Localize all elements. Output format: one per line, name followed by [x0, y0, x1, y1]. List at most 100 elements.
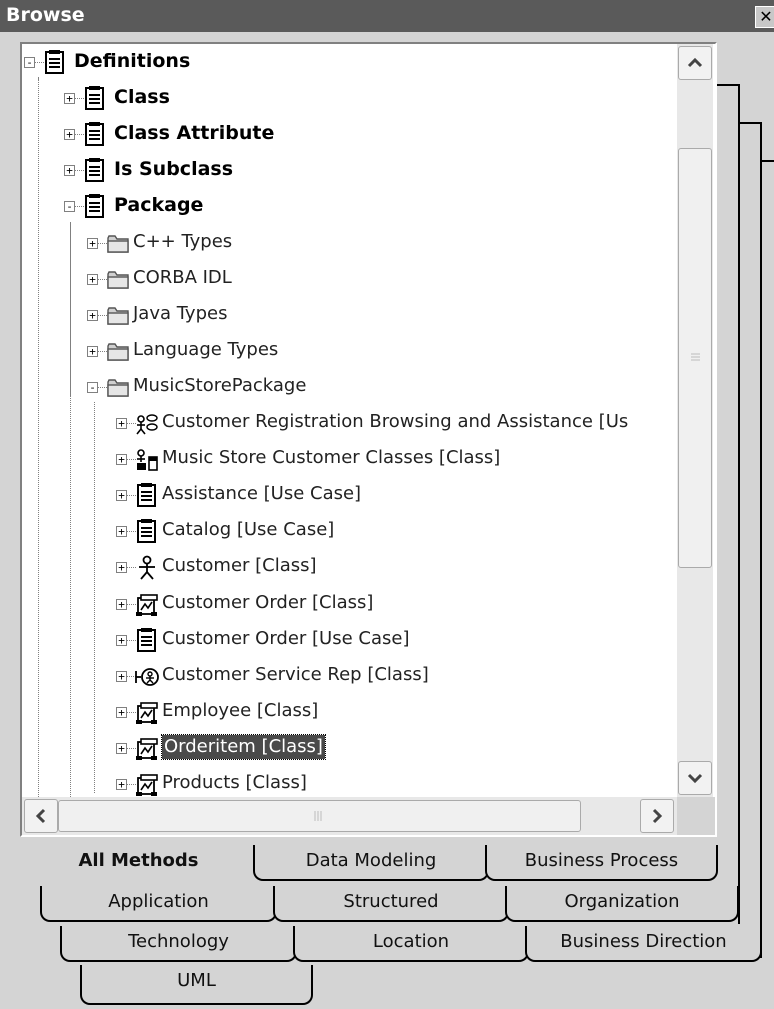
tree-node-label[interactable]: Java Types	[133, 302, 227, 326]
scroll-right-button[interactable]	[640, 799, 674, 833]
expand-toggle-icon[interactable]: +	[116, 418, 127, 429]
expand-toggle-icon[interactable]: +	[116, 634, 127, 646]
tab-structured[interactable]: Structured	[273, 886, 509, 922]
window-title: Browse	[6, 4, 85, 26]
tab-technology[interactable]: Technology	[60, 926, 297, 962]
tree-node[interactable]: + C++ Types	[22, 226, 677, 262]
tree-node-label[interactable]: Catalog [Use Case]	[162, 518, 334, 542]
tree-node-label-selected[interactable]: Orderitem [Class]	[161, 733, 326, 760]
tree-node-label[interactable]: Class	[114, 85, 170, 109]
expand-toggle-icon[interactable]: +	[116, 670, 127, 682]
tree-node-label[interactable]: CORBA IDL	[133, 266, 232, 290]
tree-node[interactable]: + Class Attribute	[22, 117, 677, 153]
collapse-toggle-icon[interactable]: -	[24, 57, 35, 68]
tree-node-label[interactable]: Customer Order [Class]	[162, 591, 373, 615]
tree-node[interactable]: - Definitions	[22, 45, 677, 81]
tree-node-label[interactable]: Customer [Class]	[162, 554, 317, 578]
class-diagram-icon	[135, 447, 159, 473]
tab-label: Technology	[128, 931, 229, 952]
tree-node[interactable]: + Customer [Class]	[22, 550, 677, 586]
expand-toggle-icon[interactable]: +	[116, 706, 127, 718]
document-icon	[43, 50, 67, 76]
expand-toggle-icon[interactable]: +	[64, 165, 75, 177]
class-icon	[135, 736, 159, 762]
tree-node[interactable]: - MusicStorePackage	[22, 370, 677, 406]
expand-toggle-icon[interactable]: +	[116, 454, 127, 466]
tab-business-process[interactable]: Business Process	[485, 845, 718, 881]
folder-icon	[106, 303, 130, 329]
tab-location[interactable]: Location	[293, 926, 529, 962]
horizontal-scroll-thumb[interactable]	[58, 800, 581, 832]
tree-node-label[interactable]: Music Store Customer Classes [Class]	[162, 446, 500, 470]
document-icon	[83, 194, 107, 220]
tree-node-label[interactable]: Language Types	[133, 338, 278, 362]
tab-all-methods[interactable]: All Methods	[20, 845, 257, 881]
collapse-toggle-icon[interactable]: -	[87, 381, 98, 393]
tree-node-label[interactable]: Customer Service Rep [Class]	[162, 663, 429, 687]
tree-node[interactable]: + Class	[22, 81, 677, 117]
tree-node-label[interactable]: Is Subclass	[114, 157, 233, 181]
tree-node-label[interactable]: Class Attribute	[114, 121, 274, 145]
scroll-down-button[interactable]	[678, 761, 712, 795]
tree-view[interactable]: - Definitions + Class + Class Attribute + Is Su…	[22, 44, 677, 797]
document-icon	[83, 86, 107, 112]
tree-node[interactable]: + Music Store Customer Classes [Class]	[22, 442, 677, 478]
class-icon	[135, 700, 159, 726]
tree-node[interactable]: + Employee [Class]	[22, 695, 677, 731]
expand-toggle-icon[interactable]: +	[116, 742, 127, 754]
expand-toggle-icon[interactable]: +	[87, 345, 98, 357]
chevron-left-icon	[35, 808, 46, 824]
vertical-scroll-thumb[interactable]	[678, 148, 712, 568]
tree-node-label[interactable]: Assistance [Use Case]	[162, 482, 361, 506]
tree-node[interactable]: + Customer Order [Class]	[22, 587, 677, 623]
document-icon	[135, 627, 159, 654]
tab-application[interactable]: Application	[40, 886, 277, 922]
tab-business-direction[interactable]: Business Direction	[525, 926, 762, 962]
tree-node[interactable]: + CORBA IDL	[22, 262, 677, 298]
tree-node[interactable]: + Java Types	[22, 298, 677, 334]
expand-toggle-icon[interactable]: +	[87, 309, 98, 321]
expand-toggle-icon[interactable]: +	[116, 598, 127, 610]
tree-node[interactable]: + Customer Registration Browsing and Assi…	[22, 406, 677, 442]
vertical-scrollbar[interactable]	[677, 44, 713, 797]
collapse-toggle-icon[interactable]: -	[64, 201, 75, 213]
expand-toggle-icon[interactable]: +	[87, 273, 98, 285]
tab-uml[interactable]: UML	[80, 965, 313, 1005]
tree-node-label[interactable]: Employee [Class]	[162, 699, 318, 723]
tree-node[interactable]: + Products [Class]	[22, 767, 677, 797]
tree-node-label[interactable]: Customer Registration Browsing and Assis…	[162, 410, 628, 434]
tree-node[interactable]: + Language Types	[22, 334, 677, 370]
tab-label: Organization	[564, 891, 680, 912]
scroll-up-button[interactable]	[678, 46, 712, 80]
tree-node-label[interactable]: Products [Class]	[162, 771, 307, 795]
horizontal-scrollbar[interactable]	[22, 797, 677, 835]
expand-toggle-icon[interactable]: +	[87, 237, 98, 249]
tree-node[interactable]: + Is Subclass	[22, 153, 677, 189]
expand-toggle-icon[interactable]: +	[64, 129, 75, 141]
tree-node-label[interactable]: Package	[114, 193, 203, 217]
expand-toggle-icon[interactable]: +	[116, 490, 127, 502]
tab-label: Structured	[343, 891, 439, 912]
tree-node[interactable]: + Customer Order [Use Case]	[22, 623, 677, 659]
expand-toggle-icon[interactable]: +	[116, 562, 127, 574]
tree-node[interactable]: + Catalog [Use Case]	[22, 514, 677, 550]
tree-node[interactable]: + Customer Service Rep [Class]	[22, 659, 677, 695]
scroll-left-button[interactable]	[24, 799, 58, 833]
document-icon	[135, 519, 159, 545]
tab-label: UML	[177, 970, 216, 991]
tree-node[interactable]: + Assistance [Use Case]	[22, 478, 677, 514]
tree-node-label[interactable]: Definitions	[74, 49, 190, 73]
tab-data-modeling[interactable]: Data Modeling	[253, 845, 489, 881]
tree-node-label[interactable]: C++ Types	[133, 230, 232, 254]
expand-toggle-icon[interactable]: +	[64, 93, 75, 105]
tab-organization[interactable]: Organization	[505, 886, 739, 922]
tree-node[interactable]: - Package	[22, 189, 677, 225]
tree-node[interactable]: + Orderitem [Class]	[22, 731, 677, 767]
close-icon[interactable]: ✕	[755, 6, 774, 28]
expand-toggle-icon[interactable]: +	[116, 526, 127, 538]
tree-node-label[interactable]: MusicStorePackage	[133, 374, 306, 398]
tab-label: Business Direction	[560, 931, 727, 952]
tree-node-label[interactable]: Customer Order [Use Case]	[162, 627, 409, 651]
tab-label: All Methods	[78, 850, 199, 871]
expand-toggle-icon[interactable]: +	[116, 779, 127, 790]
